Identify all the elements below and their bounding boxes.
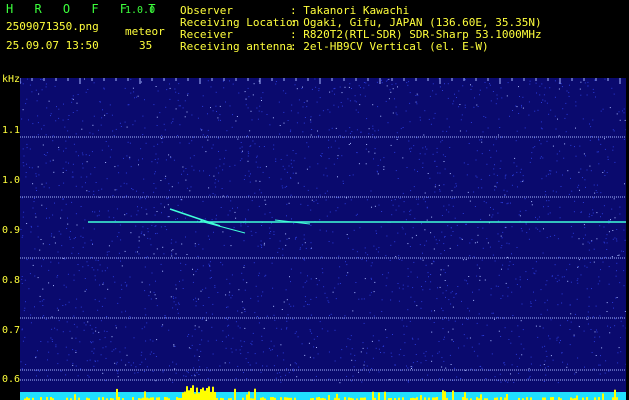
antenna-label: Receiving antenna [180,40,293,53]
date-time: 25.09.07 13:50 [6,39,99,52]
amplitude-bar [246,394,248,400]
amplitude-bar [196,387,198,400]
antenna-value: : 2el-HB9CV Vertical (el. E-W) [290,40,489,53]
amplitude-bar [506,394,508,400]
amplitude-bar [464,392,466,400]
amplitude-bar [372,391,374,400]
amplitude-bar [188,390,190,400]
amplitude-bar [614,389,616,400]
amplitude-bar [182,392,184,400]
amplitude-bar [336,393,338,400]
amplitude-bar [206,388,208,400]
amplitude-bar [208,386,210,400]
amplitude-bar [248,391,250,400]
y-unit-label: kHz [2,74,21,85]
meteor-count: 35 [139,39,153,52]
header-panel: H R O F F T 1.0.0 2509071350.png meteor … [0,0,629,72]
amplitude-bar [452,390,454,400]
y-tick-label: 0.6 [2,374,21,385]
spectrogram-background [20,78,626,400]
amplitude-bar [210,391,212,400]
amplitude-bar [186,386,188,400]
mode-label: meteor [125,25,165,38]
amplitude-bar [212,386,214,400]
amplitude-bar [420,395,422,400]
y-tick-label: 0.7 [2,325,21,336]
amplitude-bar [254,388,256,400]
amplitude-bar [74,394,76,400]
y-tick-label: 1.0 [2,175,21,186]
amplitude-bar [200,389,202,400]
amplitude-bar [328,395,330,400]
amplitude-bar [192,385,194,400]
amplitude-bar [576,395,578,400]
y-tick-label: 0.9 [2,225,21,236]
y-tick-label: 0.8 [2,275,21,286]
amplitude-bar [190,387,192,400]
amplitude-bar [480,394,482,400]
amplitude-bar [442,390,444,400]
amplitude-bar [204,390,206,400]
spectrogram-plot [20,78,626,400]
amplitude-bar [184,391,186,400]
amplitude-bar [198,393,200,400]
file-name: 2509071350.png [6,20,99,33]
amplitude-bar [602,393,604,400]
y-tick-label: 1.1 [2,125,21,136]
amplitude-bar [234,388,236,400]
amplitude-bar [384,391,386,400]
amplitude-bar [444,391,446,400]
amplitude-bar [378,392,380,400]
amplitude-bar [116,388,118,400]
amplitude-bar [194,393,196,400]
amplitude-bar [214,392,216,400]
amplitude-bar [144,391,146,400]
amplitude-bar [202,387,204,400]
app-version: 1.0.0 [125,5,156,16]
